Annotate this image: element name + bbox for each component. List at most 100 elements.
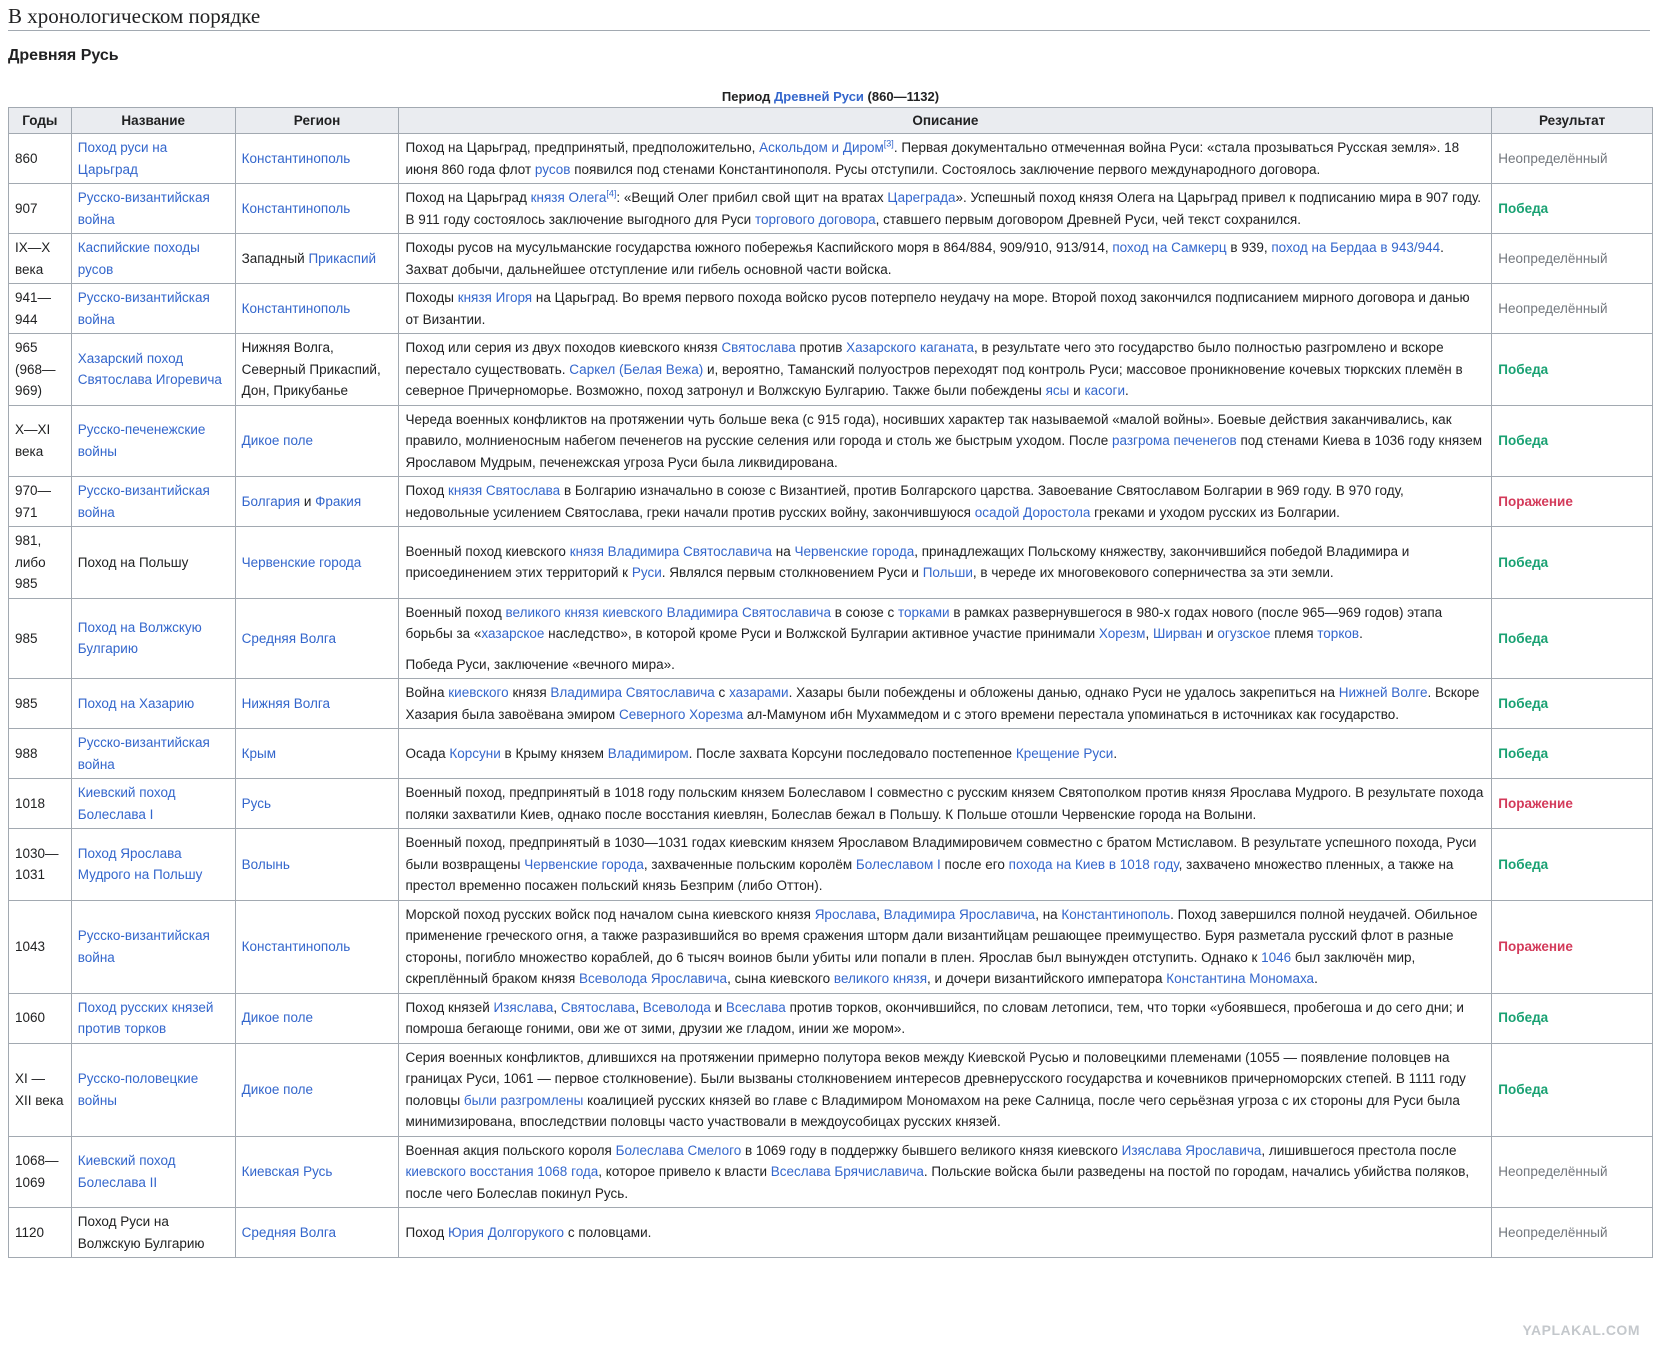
col-header-region[interactable]: Регион: [234, 107, 400, 134]
wiki-link[interactable]: осадой Доростола: [975, 505, 1091, 520]
col-header-name[interactable]: Название: [70, 107, 236, 134]
wiki-link[interactable]: хазарами: [729, 685, 789, 700]
wiki-link[interactable]: Константина Мономаха: [1166, 971, 1314, 986]
wiki-link[interactable]: торгового договора: [755, 212, 876, 227]
wiki-link[interactable]: Аскольдом и Диром: [759, 140, 884, 155]
wiki-link[interactable]: Поход Ярослава Мудрого на Польшу: [78, 846, 203, 883]
wiki-link[interactable]: Болеславом I: [856, 857, 941, 872]
wiki-link[interactable]: разгрома печенегов: [1112, 433, 1237, 448]
wiki-link[interactable]: Константинополь: [242, 939, 351, 954]
wiki-link[interactable]: Дикое поле: [242, 1082, 313, 1097]
wiki-link[interactable]: Владимира Святославича: [550, 685, 714, 700]
table-row: 1043 Русско-византийская война Константино…: [8, 899, 1653, 994]
wiki-link[interactable]: Хазарского каганата: [846, 340, 974, 355]
wiki-link[interactable]: Средняя Волга: [242, 1225, 336, 1240]
wiki-link[interactable]: Нижняя Волга: [242, 696, 330, 711]
wiki-link[interactable]: Киевский поход Болеслава II: [78, 1153, 176, 1190]
wiki-link[interactable]: русов: [535, 162, 571, 177]
wiki-link[interactable]: Волынь: [242, 857, 290, 872]
wiki-link[interactable]: великого князя: [834, 971, 927, 986]
wiki-link[interactable]: Корсуни: [449, 746, 500, 761]
wiki-link[interactable]: Всеволода Ярославича: [579, 971, 727, 986]
wiki-link[interactable]: Дикое поле: [242, 433, 313, 448]
wiki-link[interactable]: Константинополь: [242, 201, 351, 216]
reference-link[interactable]: [3]: [884, 139, 894, 149]
wiki-link[interactable]: Русско-византийская война: [78, 290, 210, 327]
wiki-link[interactable]: Польши: [923, 565, 973, 580]
wiki-link[interactable]: Владимиром: [608, 746, 689, 761]
wiki-link[interactable]: Всеслава Брячиславича: [771, 1164, 924, 1179]
wiki-link[interactable]: Святослава: [721, 340, 795, 355]
wiki-link[interactable]: киевского восстания 1068 года: [405, 1164, 598, 1179]
wiki-link[interactable]: Северного Хорезма: [619, 707, 743, 722]
wiki-link[interactable]: Всеволода: [643, 1000, 711, 1015]
wiki-link[interactable]: похода на Киев в 1018 году: [1009, 857, 1179, 872]
wiki-link[interactable]: князя Игоря: [458, 290, 532, 305]
wiki-link[interactable]: Цареграда: [887, 190, 955, 205]
wiki-link[interactable]: Ширван: [1153, 626, 1202, 641]
caption-link[interactable]: Древней Руси: [774, 89, 864, 104]
wiki-link[interactable]: Святослава: [561, 1000, 635, 1015]
wiki-link[interactable]: Червенские города: [242, 555, 362, 570]
wiki-link[interactable]: Всеслава: [726, 1000, 786, 1015]
wiki-link[interactable]: Хазарский поход Святослава Игоревича: [78, 351, 222, 388]
wiki-link[interactable]: Прикаспий: [308, 251, 376, 266]
wiki-link[interactable]: Поход на Хазарию: [78, 696, 194, 711]
wiki-link[interactable]: Ярослава: [815, 907, 876, 922]
wiki-link[interactable]: поход на Бердаа в 943/944: [1271, 240, 1440, 255]
wiki-link[interactable]: 1046: [1261, 950, 1291, 965]
wiki-link[interactable]: князя Олега: [531, 190, 607, 205]
wiki-link[interactable]: Болгария: [242, 494, 300, 509]
wiki-link[interactable]: Русско-византийская война: [78, 735, 210, 772]
wiki-link[interactable]: Русско-византийская война: [78, 928, 210, 965]
wiki-link[interactable]: Червенские города: [795, 544, 915, 559]
wiki-link[interactable]: великого князя киевского Владимира Свято…: [506, 605, 831, 620]
wiki-link[interactable]: Изяслава Ярославича: [1122, 1143, 1262, 1158]
wiki-link[interactable]: князя Святослава: [448, 483, 560, 498]
text-run: появился под стенами Константинополя. Ру…: [570, 161, 1321, 177]
wiki-link[interactable]: Русско-печенежские войны: [78, 422, 206, 459]
wiki-link[interactable]: Русско-половецкие войны: [78, 1071, 198, 1108]
wiki-link[interactable]: Саркел (Белая Вежа): [569, 362, 703, 377]
wiki-link[interactable]: Константинополь: [242, 301, 351, 316]
table-caption: Период Древней Руси (860—1132): [8, 86, 1653, 107]
wiki-link[interactable]: Киевская Русь: [242, 1164, 333, 1179]
wiki-link[interactable]: хазарское: [481, 626, 544, 641]
col-header-description[interactable]: Описание: [398, 107, 1493, 134]
wiki-link[interactable]: Болеслава Смелого: [616, 1143, 742, 1158]
wiki-link[interactable]: Крещение Руси: [1016, 746, 1114, 761]
wiki-link[interactable]: Червенские города: [524, 857, 644, 872]
reference-link[interactable]: [4]: [606, 189, 616, 199]
wiki-link[interactable]: Каспийские походы русов: [78, 240, 200, 277]
wiki-link[interactable]: касоги: [1084, 383, 1125, 398]
wiki-link[interactable]: Поход на Волжскую Булгарию: [78, 620, 202, 657]
col-header-result[interactable]: Результат: [1491, 107, 1653, 134]
wiki-link[interactable]: Юрия Долгорукого: [448, 1225, 564, 1240]
wiki-link[interactable]: князя Владимира Святославича: [570, 544, 772, 559]
wiki-link[interactable]: Поход русских князей против торков: [78, 1000, 214, 1037]
wiki-link[interactable]: Поход руси на Царьград: [78, 140, 167, 177]
wiki-link[interactable]: Фракия: [315, 494, 361, 509]
wiki-link[interactable]: Изяслава: [494, 1000, 554, 1015]
wiki-link[interactable]: киевского: [448, 685, 508, 700]
wiki-link[interactable]: Дикое поле: [242, 1010, 313, 1025]
wiki-link[interactable]: Нижней Волге: [1339, 685, 1428, 700]
wiki-link[interactable]: Крым: [242, 746, 276, 761]
wiki-link[interactable]: Владимира Ярославича: [884, 907, 1036, 922]
wiki-link[interactable]: торков: [1317, 626, 1359, 641]
wiki-link[interactable]: Средняя Волга: [242, 631, 336, 646]
wiki-link[interactable]: Киевский поход Болеслава I: [78, 785, 176, 822]
wiki-link[interactable]: Хорезм: [1099, 626, 1146, 641]
wiki-link[interactable]: Константинополь: [242, 151, 351, 166]
wiki-link[interactable]: Русско-византийская война: [78, 190, 210, 227]
wiki-link[interactable]: Русь: [242, 796, 271, 811]
wiki-link[interactable]: были разгромлены: [464, 1093, 583, 1108]
wiki-link[interactable]: Русско-византийская война: [78, 483, 210, 520]
wiki-link[interactable]: поход на Самкерц: [1112, 240, 1226, 255]
wiki-link[interactable]: ясы: [1046, 383, 1070, 398]
wiki-link[interactable]: огузское: [1217, 626, 1270, 641]
col-header-years[interactable]: Годы: [8, 107, 72, 134]
wiki-link[interactable]: Руси: [632, 565, 662, 580]
wiki-link[interactable]: торками: [898, 605, 950, 620]
wiki-link[interactable]: Константинополь: [1061, 907, 1170, 922]
